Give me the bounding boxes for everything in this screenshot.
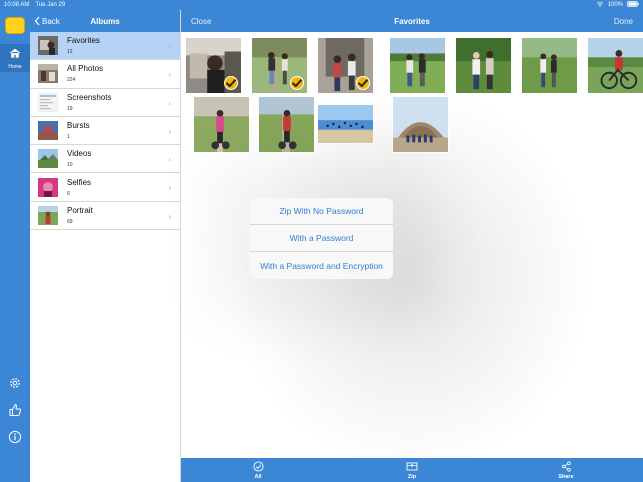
zip-options-sheet: Zip With No Password With a Password Wit…: [250, 198, 393, 279]
album-count: 12: [67, 49, 73, 56]
album-name: Videos: [67, 149, 92, 159]
album-row-selfies[interactable]: Selfies 6 ›: [30, 173, 180, 202]
info-icon: [8, 430, 22, 444]
photo-thumbnail[interactable]: [389, 37, 446, 94]
photo-thumbnail[interactable]: [251, 37, 308, 94]
page-title: Favorites: [394, 16, 430, 26]
chevron-right-icon: ›: [168, 183, 171, 193]
chevron-left-icon: [34, 16, 40, 26]
album-count: 224: [67, 77, 76, 84]
zip-label: Zip: [407, 474, 417, 480]
album-name: Favorites: [67, 36, 100, 46]
album-count: 1: [67, 134, 70, 141]
zip-with-password-option[interactable]: With a Password: [250, 225, 393, 252]
photo-thumbnail[interactable]: [317, 37, 374, 94]
album-row-portrait[interactable]: Portrait 69 ›: [30, 202, 180, 231]
chevron-right-icon: ›: [168, 211, 171, 221]
chevron-right-icon: ›: [168, 42, 171, 51]
wifi-icon: [596, 1, 604, 9]
photo-thumbnail[interactable]: [258, 96, 315, 153]
album-count: 10: [67, 162, 73, 169]
check-circle-icon: [252, 461, 264, 472]
album-thumbnail: [38, 205, 58, 225]
info-button[interactable]: [8, 430, 22, 444]
photo-thumbnail[interactable]: [455, 37, 512, 94]
chevron-right-icon: ›: [168, 155, 171, 165]
album-name: Selfies: [67, 177, 92, 187]
select-all-label: All: [254, 474, 262, 480]
done-button[interactable]: Done: [614, 17, 633, 26]
photo-thumbnail[interactable]: [317, 104, 374, 144]
home-label: Home: [8, 64, 22, 70]
album-name: Portrait: [67, 205, 93, 215]
settings-button[interactable]: [8, 376, 22, 390]
home-icon: [9, 48, 21, 58]
album-row-favorites[interactable]: Favorites 12 ›: [30, 32, 180, 61]
album-thumbnail: [38, 64, 58, 84]
album-row-videos[interactable]: Videos 10 ›: [30, 145, 180, 174]
albums-header: Back Albums: [30, 10, 180, 32]
album-thumbnail: [38, 149, 58, 169]
zip-password-encryption-option[interactable]: With a Password and Encryption: [250, 252, 393, 279]
album-row-screenshots[interactable]: Screenshots 19 ›: [30, 89, 180, 117]
album-count: 69: [67, 218, 73, 225]
app-rail: Home: [0, 10, 30, 482]
photo-thumbnail[interactable]: [587, 37, 643, 94]
photo-thumbnail[interactable]: [193, 96, 250, 153]
check-icon: [224, 76, 238, 90]
album-row-all-photos[interactable]: All Photos 224 ›: [30, 60, 180, 89]
share-label: Share: [558, 474, 574, 480]
share-button[interactable]: Share: [551, 461, 581, 480]
bottom-toolbar: All Zip Share: [181, 458, 643, 482]
album-name: Screenshots: [67, 92, 112, 102]
album-thumbnail: [38, 36, 58, 56]
status-bar: 10:08 AM Tue Jan 29 100%: [0, 0, 643, 10]
share-icon: [561, 461, 571, 472]
album-name: All Photos: [67, 64, 104, 74]
battery-percent: 100%: [607, 2, 623, 8]
status-right: 100%: [596, 1, 639, 9]
album-row-bursts[interactable]: Bursts 1 ›: [30, 117, 180, 146]
album-count: 19: [67, 105, 73, 112]
album-thumbnail: [38, 177, 58, 197]
battery-icon: [627, 1, 639, 9]
main-header: Close Favorites Done: [181, 10, 643, 32]
gear-icon: [10, 378, 20, 388]
zip-icon: [406, 462, 418, 471]
photo-thumbnail[interactable]: [185, 37, 242, 94]
status-time: 10:08 AM: [4, 2, 30, 8]
photo-thumbnail[interactable]: [521, 37, 578, 94]
like-button[interactable]: [8, 403, 22, 417]
check-icon: [290, 76, 304, 90]
app-logo-icon: [5, 17, 25, 34]
back-button[interactable]: Back: [30, 16, 60, 26]
chevron-right-icon: ›: [168, 98, 171, 108]
album-name: Bursts: [67, 121, 90, 131]
zip-no-password-option[interactable]: Zip With No Password: [250, 198, 393, 225]
photo-thumbnail[interactable]: [392, 96, 449, 153]
check-icon: [356, 76, 370, 90]
albums-pane: Back Albums Favorites 12 › All Photos 22…: [30, 10, 181, 482]
thumbs-up-icon: [9, 403, 22, 417]
select-all-button[interactable]: All: [243, 461, 273, 480]
back-label: Back: [42, 16, 60, 26]
zip-button[interactable]: Zip: [397, 461, 427, 480]
status-date: Tue Jan 29: [35, 2, 66, 8]
album-count: 6: [67, 190, 70, 197]
album-thumbnail: [38, 92, 58, 112]
album-thumbnail: [38, 121, 58, 141]
chevron-right-icon: ›: [168, 126, 171, 136]
home-button[interactable]: Home: [0, 44, 30, 72]
close-button[interactable]: Close: [191, 17, 211, 26]
chevron-right-icon: ›: [168, 70, 171, 80]
